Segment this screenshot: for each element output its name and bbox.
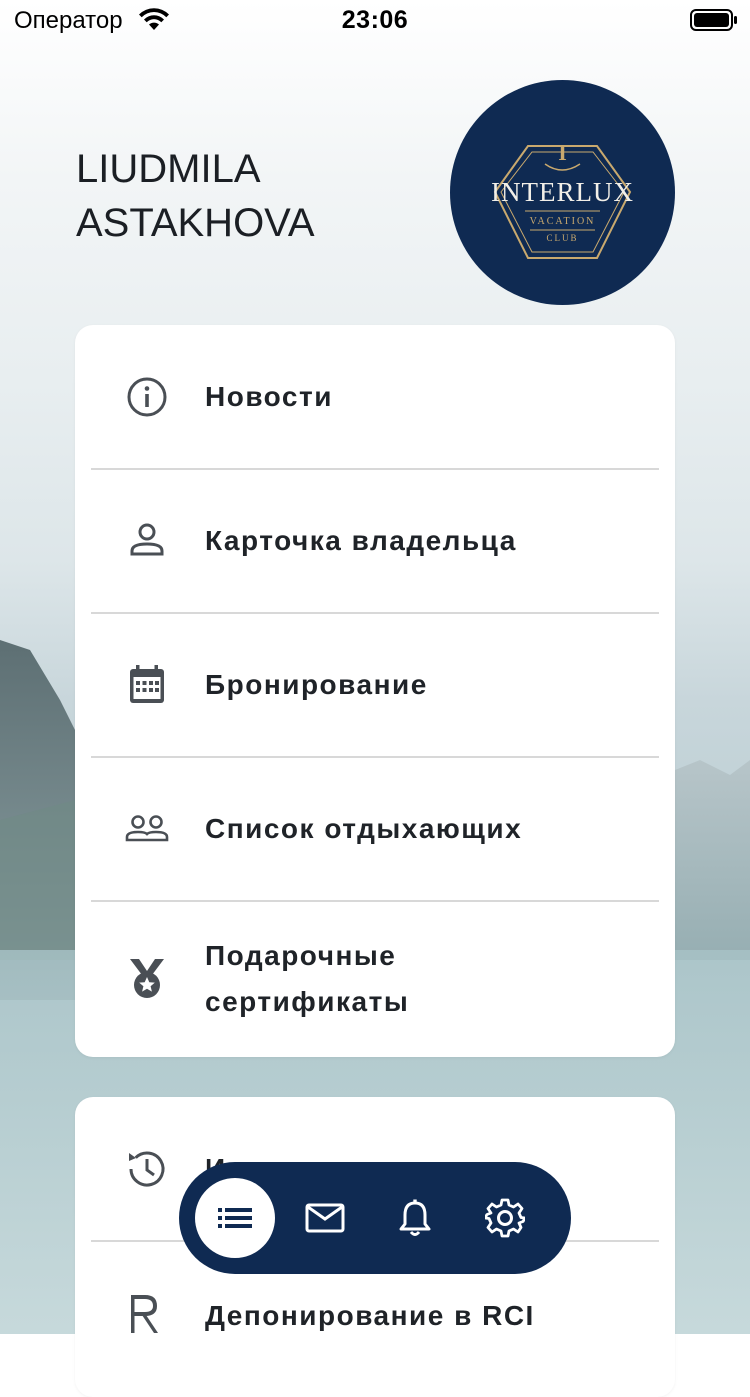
- menu-item-owner-card[interactable]: Карточка владельца: [75, 469, 675, 613]
- main-menu-card: Новости Карточка владельца Бронирование …: [75, 325, 675, 1057]
- logo-subtitle-1: VACATION: [530, 216, 596, 227]
- menu-item-label: Список отдыхающих: [205, 813, 523, 844]
- clock: 23:06: [341, 6, 409, 34]
- menu-item-guests-list[interactable]: Список отдыхающих: [75, 757, 675, 901]
- nav-list-button[interactable]: [195, 1178, 275, 1258]
- svg-text:I: I: [558, 140, 567, 165]
- menu-item-gift-certificates[interactable]: Подарочные сертификаты: [75, 901, 675, 1057]
- settings-icon: [485, 1198, 525, 1238]
- logo-title: INTERLUX: [491, 177, 634, 207]
- nav-settings-button[interactable]: [465, 1178, 545, 1258]
- info-icon: [125, 375, 169, 419]
- list-icon: [218, 1208, 252, 1228]
- medal-icon: [125, 957, 169, 1001]
- logo-subtitle-2: CLUB: [546, 233, 578, 243]
- logo[interactable]: I INTERLUX VACATION CLUB: [450, 80, 675, 305]
- calendar-icon: [125, 663, 169, 707]
- rci-icon: [125, 1291, 169, 1335]
- user-name: LIUDMILA ASTAKHOVA: [76, 147, 315, 245]
- bottom-nav: [179, 1162, 571, 1274]
- mail-icon: [305, 1203, 345, 1233]
- interlux-logo-icon: I INTERLUX VACATION CLUB: [491, 140, 634, 259]
- menu-item-label: Подарочные сертификаты: [205, 940, 410, 1017]
- menu-item-booking[interactable]: Бронирование: [75, 613, 675, 757]
- bell-icon: [399, 1199, 431, 1236]
- menu-item-label: Карточка владельца: [205, 525, 517, 556]
- nav-notifications-button[interactable]: [375, 1178, 455, 1258]
- battery-icon: [690, 9, 738, 36]
- status-bar: Оператор 23:06: [0, 0, 750, 40]
- person-icon: [125, 519, 169, 563]
- menu-item-label: Депонирование в RCI: [205, 1300, 535, 1331]
- menu-item-label: Новости: [205, 381, 333, 412]
- people-icon: [125, 807, 169, 851]
- nav-mail-button[interactable]: [285, 1178, 365, 1258]
- history-icon: [125, 1147, 169, 1191]
- menu-item-news[interactable]: Новости: [75, 325, 675, 469]
- menu-item-label: Бронирование: [205, 669, 428, 700]
